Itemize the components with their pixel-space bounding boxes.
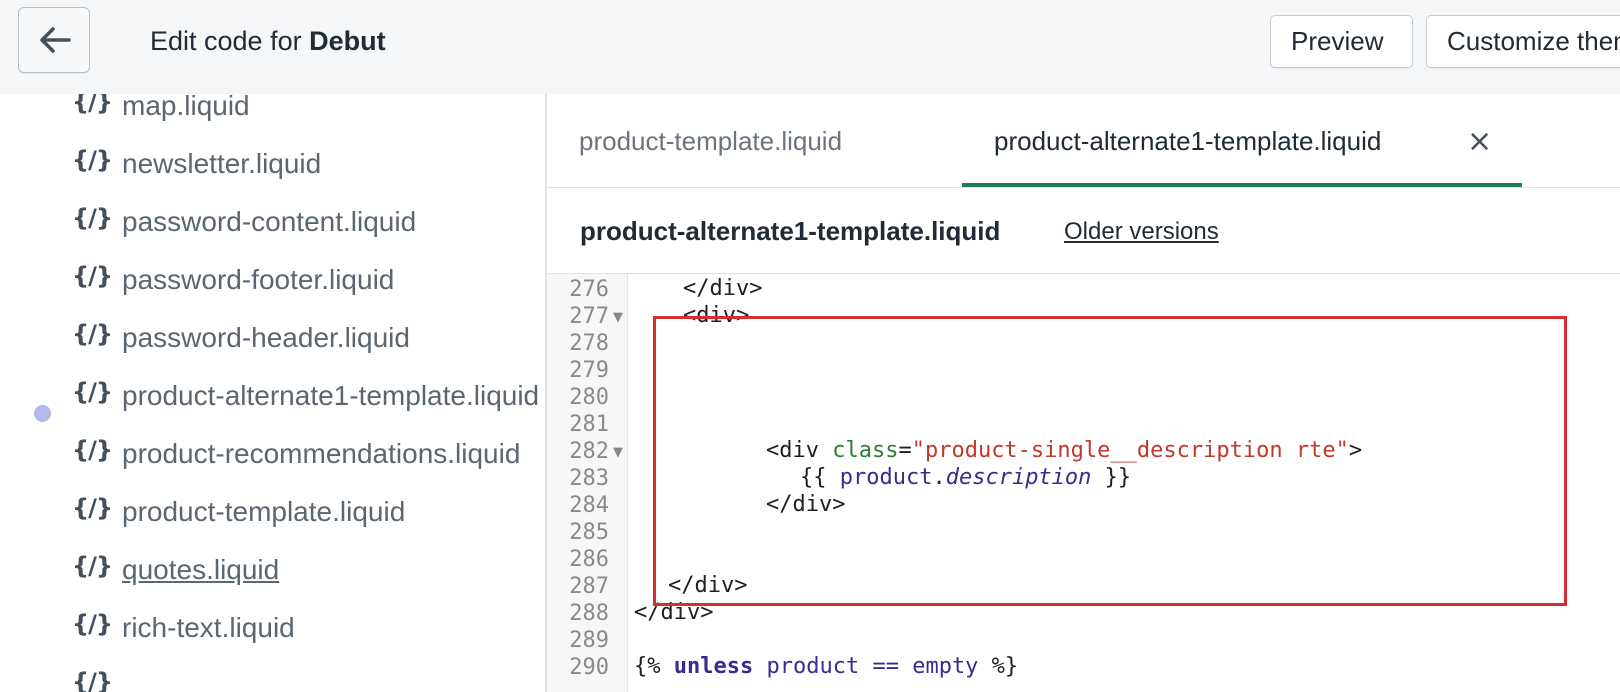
top-bar: Edit code for Debut Preview Customize th… — [0, 0, 1620, 94]
code-keyword: unless — [673, 654, 754, 679]
tab-product-alternate1-template[interactable]: product-alternate1-template.liquid — [994, 126, 1381, 157]
liquid-file-icon: {/} — [72, 204, 113, 232]
line-number: 285 — [569, 520, 609, 545]
line-number: 276 — [569, 277, 609, 302]
sidebar-item-label: password-content.liquid — [122, 206, 417, 237]
line-number: 289 — [569, 628, 609, 653]
liquid-file-icon: {/} — [72, 552, 113, 580]
line-number: 281 — [569, 412, 609, 437]
sidebar-item-label: quotes.liquid — [122, 554, 280, 585]
line-number: 280 — [569, 385, 609, 410]
liquid-file-icon: {/} — [72, 320, 113, 348]
liquid-file-icon: {/} — [72, 94, 113, 116]
fold-arrow-icon[interactable]: ▼ — [613, 310, 623, 325]
code-line-290[interactable]: {% unless product == empty %} — [634, 654, 1018, 679]
code-variable: product — [766, 654, 860, 679]
line-number: 277 — [569, 304, 609, 329]
line-number: 284 — [569, 493, 609, 518]
liquid-file-icon: {/} — [72, 378, 113, 406]
code-liquid-close: %} — [978, 654, 1019, 679]
line-number: 282 — [569, 439, 609, 464]
line-number: 287 — [569, 574, 609, 599]
highlight-box — [653, 316, 1567, 606]
sidebar-item-label: product-template.liquid — [122, 496, 406, 527]
page-title-prefix: Edit code for — [150, 26, 310, 56]
line-number: 288 — [569, 601, 609, 626]
fold-arrow-icon[interactable]: ▼ — [613, 445, 623, 460]
close-tab-icon[interactable]: × — [1467, 124, 1492, 159]
sidebar-item-label: product-recommendations.liquid — [122, 438, 521, 469]
back-button[interactable] — [18, 7, 90, 73]
file-header-divider — [547, 273, 1620, 274]
line-number: 278 — [569, 331, 609, 356]
current-file-name: product-alternate1-template.liquid — [580, 216, 1001, 246]
line-number-gutter: 276 277 ▼ 278 279 280 281 282 ▼ 283 284 … — [547, 274, 628, 692]
tabs-divider — [547, 187, 1620, 188]
code-line-276[interactable]: </div> — [683, 276, 762, 301]
tab-product-template[interactable]: product-template.liquid — [579, 126, 842, 157]
code-value: empty — [912, 654, 979, 679]
theme-name: Debut — [309, 26, 386, 56]
code-liquid-open: {% — [634, 654, 674, 679]
page-title: Edit code for Debut — [150, 26, 386, 57]
sidebar-item-label: password-footer.liquid — [122, 264, 395, 295]
liquid-file-icon: {/} — [72, 146, 113, 174]
line-number: 286 — [569, 547, 609, 572]
code-operator: == — [872, 654, 899, 679]
sidebar-item-label: product-alternate1-template.liquid — [122, 380, 540, 411]
sidebar-item-label: newsletter.liquid — [122, 148, 322, 179]
liquid-file-icon: {/} — [72, 610, 113, 638]
arrow-left-icon — [40, 27, 71, 53]
file-sidebar: {/} map.liquid {/} newsletter.liquid {/}… — [0, 94, 545, 692]
line-number: 279 — [569, 358, 609, 383]
older-versions-link[interactable]: Older versions — [1064, 218, 1219, 246]
line-number: 283 — [569, 466, 609, 491]
modified-indicator — [34, 405, 51, 422]
preview-button[interactable]: Preview — [1270, 15, 1413, 68]
sidebar-item-label: rich-text.liquid — [122, 612, 295, 643]
line-number: 290 — [569, 655, 609, 680]
customize-theme-button[interactable]: Customize theme — [1426, 15, 1620, 68]
liquid-file-icon: {/} — [72, 494, 113, 522]
liquid-file-icon: {/} — [72, 436, 113, 464]
sidebar-item-label: password-header.liquid — [122, 322, 410, 353]
liquid-file-icon: {/} — [72, 262, 113, 290]
liquid-file-icon: {/} — [72, 668, 113, 692]
sidebar-item-label: map.liquid — [122, 94, 250, 121]
